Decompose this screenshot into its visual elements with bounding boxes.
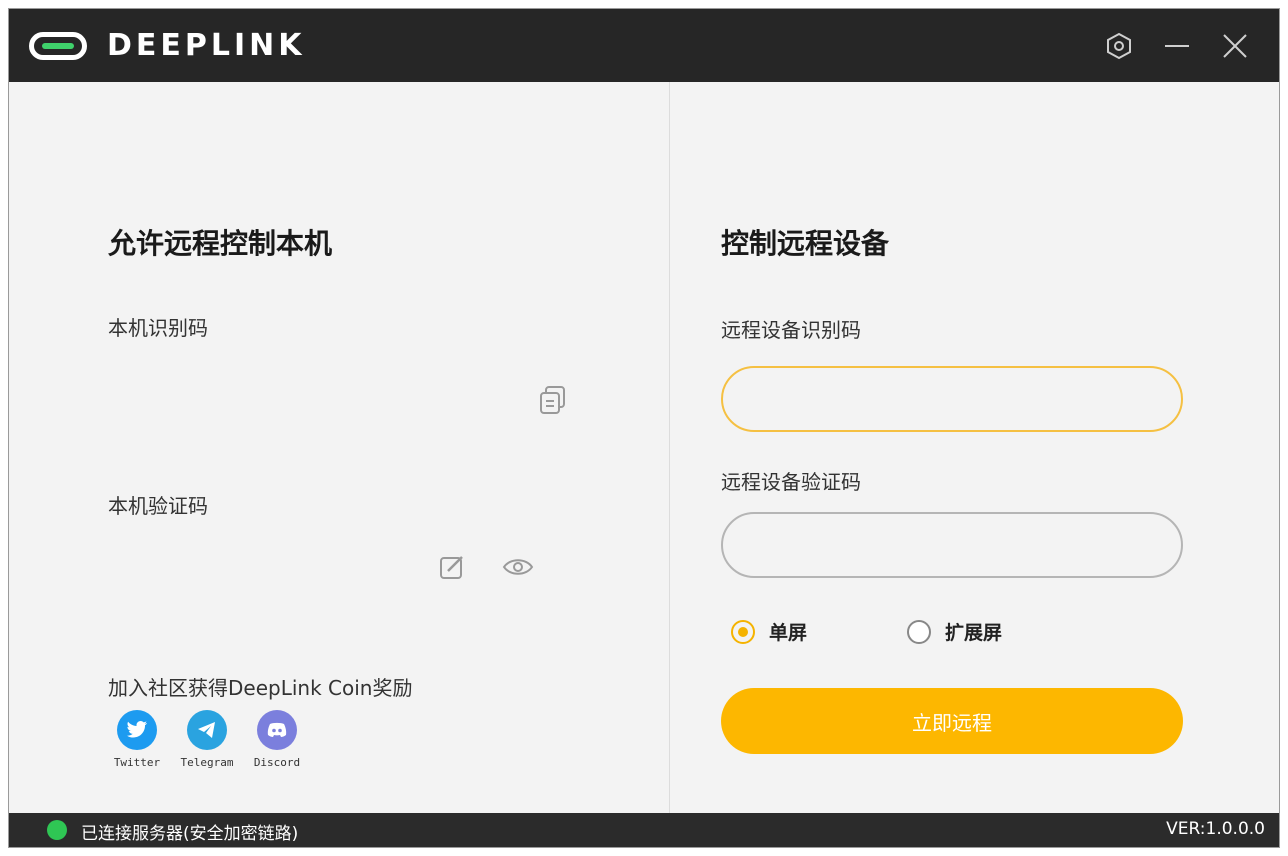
extended-screen-label: 扩展屏	[945, 622, 1003, 644]
remote-code-label: 远程设备验证码	[721, 470, 861, 494]
hexagon-gear-icon	[1107, 32, 1131, 59]
remote-code-input[interactable]	[721, 512, 1183, 578]
copy-icon	[540, 386, 565, 414]
twitter-link[interactable]: Twitter	[107, 710, 167, 769]
window-controls	[1105, 9, 1249, 82]
single-screen-label: 单屏	[769, 622, 808, 644]
twitter-icon	[117, 710, 157, 750]
telegram-icon	[187, 710, 227, 750]
close-icon	[1223, 33, 1247, 58]
discord-icon	[257, 710, 297, 750]
logo-mark-icon	[29, 32, 87, 60]
minus-icon	[1165, 44, 1189, 47]
remote-id-input[interactable]	[721, 366, 1183, 432]
connection-status-text: 已连接服务器(安全加密链路)	[81, 824, 299, 844]
copy-id-button[interactable]	[535, 382, 571, 418]
close-button[interactable]	[1221, 32, 1249, 60]
remote-id-label: 远程设备识别码	[721, 318, 861, 342]
radio-unselected-indicator	[907, 619, 932, 644]
minimize-button[interactable]	[1163, 32, 1191, 60]
twitter-label: Twitter	[113, 756, 161, 769]
display-mode-group: 单屏 扩展屏	[731, 618, 1002, 645]
remote-panel-title: 控制远程设备	[721, 227, 890, 260]
title-bar[interactable]: DEEPLINK	[9, 9, 1279, 82]
version-label: VER:1.0.0.0	[1166, 819, 1265, 839]
connection-status-icon	[47, 820, 67, 840]
extended-screen-radio[interactable]: 扩展屏	[907, 618, 1002, 645]
radio-selected-indicator	[731, 619, 755, 644]
community-reward-text: 加入社区获得DeepLink Coin奖励	[108, 676, 413, 700]
telegram-link[interactable]: Telegram	[177, 710, 237, 769]
local-device-panel: 允许远程控制本机 本机识别码 本机验证码 加入社区获得DeepLink Coin…	[9, 82, 670, 815]
eye-icon	[502, 559, 534, 575]
discord-link[interactable]: Discord	[247, 710, 307, 769]
brand-name: DEEPLINK	[107, 28, 306, 63]
remote-control-panel: 控制远程设备 远程设备识别码 远程设备验证码 单屏 扩展屏 立即远程	[671, 82, 1279, 815]
toggle-code-visibility-button[interactable]	[501, 552, 535, 582]
single-screen-radio[interactable]: 单屏	[731, 618, 807, 645]
discord-label: Discord	[253, 756, 301, 769]
settings-button[interactable]	[1105, 32, 1133, 60]
app-window: DEEPLINK 允许远程控制本机 本机识别码 本机验证码 加入社区获得Deep…	[8, 8, 1280, 848]
device-id-label: 本机识别码	[108, 316, 208, 340]
edit-icon	[440, 556, 463, 579]
verify-code-label: 本机验证码	[108, 494, 208, 518]
connect-now-button[interactable]: 立即远程	[721, 688, 1183, 754]
deeplink-logo: DEEPLINK	[29, 30, 306, 62]
local-panel-title: 允许远程控制本机	[108, 227, 333, 260]
status-bar: 已连接服务器(安全加密链路) VER:1.0.0.0	[9, 813, 1279, 847]
telegram-label: Telegram	[180, 756, 234, 769]
edit-code-button[interactable]	[437, 552, 467, 582]
